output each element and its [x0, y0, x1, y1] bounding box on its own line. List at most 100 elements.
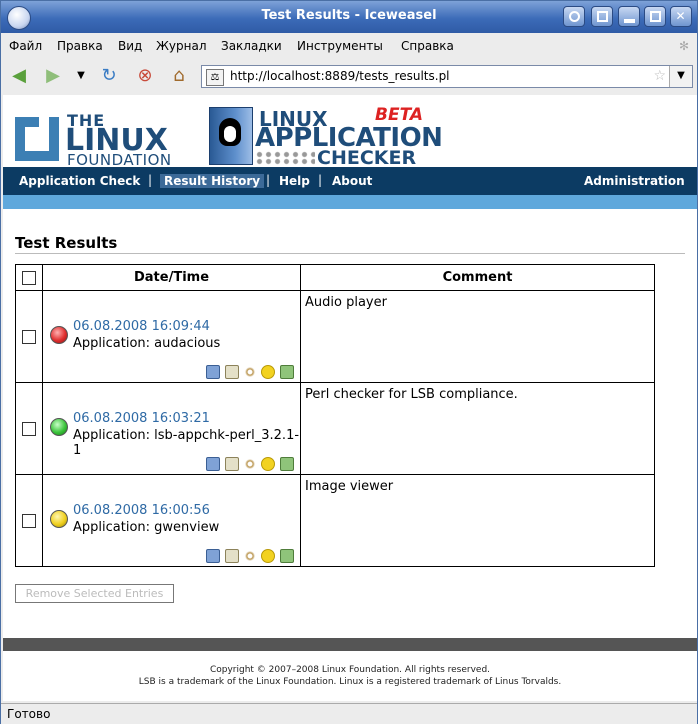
comment-cell: Perl checker for LSB compliance.	[300, 382, 655, 475]
menu-help[interactable]: Справка	[401, 39, 454, 53]
footer-bar	[3, 638, 697, 651]
linux-foundation-logo[interactable]: THE LINUX FOUNDATION	[15, 111, 195, 169]
dependencies-icon[interactable]	[244, 365, 256, 378]
browser-window: Test Results - Iceweasel ✕ Файл Правка В…	[0, 0, 698, 724]
minimize-button[interactable]	[618, 6, 640, 27]
document-icon[interactable]	[225, 548, 239, 563]
site-nav: Application Check | Result History | Hel…	[3, 167, 697, 195]
status-yellow-icon	[50, 510, 68, 528]
url-dropdown-icon[interactable]: ▼	[669, 66, 692, 87]
page-title: Test Results	[15, 234, 118, 252]
accent-bar	[3, 195, 697, 209]
result-date-link[interactable]: 06.08.2008 16:00:56	[73, 503, 210, 518]
select-all-checkbox[interactable]	[22, 270, 36, 285]
results-table: Date/Time Comment 06.08.2008 16:09:44 Ap…	[15, 264, 655, 567]
beta-badge: BETA	[375, 105, 424, 125]
bookmark-star-icon[interactable]: ☆	[653, 68, 666, 84]
nav-administration[interactable]: Administration	[584, 174, 685, 188]
menu-bookmarks[interactable]: Закладки	[221, 39, 282, 53]
status-red-icon	[50, 326, 68, 344]
dependencies-icon[interactable]	[244, 549, 256, 562]
table-row: 06.08.2008 16:03:21 Application: lsb-app…	[15, 382, 655, 475]
comment-cell: Image viewer	[300, 474, 655, 567]
title-divider	[15, 253, 685, 254]
back-icon[interactable]: ◀	[7, 64, 31, 88]
result-date-link[interactable]: 06.08.2008 16:03:21	[73, 411, 210, 426]
menu-history[interactable]: Журнал	[156, 39, 207, 53]
forward-icon[interactable]: ▶	[41, 64, 65, 88]
download-icon[interactable]	[280, 364, 294, 379]
page-content: THE LINUX FOUNDATION LINUX BETA APPLICAT…	[3, 95, 697, 701]
row-checkbox[interactable]	[22, 513, 36, 528]
nav-help[interactable]: Help	[279, 174, 310, 188]
coin-icon[interactable]	[261, 548, 275, 563]
app-checker-logo[interactable]: LINUX BETA APPLICATION CHECKER	[209, 105, 443, 169]
table-header-row: Date/Time Comment	[15, 264, 655, 291]
table-row: 06.08.2008 16:09:44 Application: audacio…	[15, 290, 655, 383]
menu-file[interactable]: Файл	[9, 39, 42, 53]
menu-tools[interactable]: Инструменты	[297, 39, 383, 53]
history-dropdown-icon[interactable]: ▼	[69, 64, 93, 88]
row-actions	[201, 364, 294, 379]
site-info-icon[interactable]: ⚖	[206, 69, 224, 86]
remove-selected-button[interactable]: Remove Selected Entries	[15, 584, 174, 603]
logo-checker: CHECKER	[317, 147, 417, 169]
result-app-name: Application: audacious	[73, 336, 221, 351]
throbber-icon: ✻	[679, 39, 690, 53]
header-comment: Comment	[300, 264, 655, 291]
penguin-box-icon	[209, 107, 253, 165]
coin-icon[interactable]	[261, 364, 275, 379]
lf-mark-icon	[15, 115, 59, 161]
address-bar[interactable]: ⚖ http://localhost:8889/tests_results.pl…	[201, 65, 693, 88]
shade-button[interactable]	[563, 6, 585, 27]
comment-cell: Audio player	[300, 290, 655, 383]
view-report-icon[interactable]	[206, 364, 220, 379]
nav-separator: |	[318, 173, 323, 187]
header-datetime: Date/Time	[42, 264, 301, 291]
stop-icon[interactable]: ⊗	[133, 64, 157, 88]
menu-view[interactable]: Вид	[118, 39, 142, 53]
nav-separator: |	[148, 173, 153, 187]
table-row: 06.08.2008 16:00:56 Application: gwenvie…	[15, 474, 655, 567]
maximize-button[interactable]	[644, 6, 666, 27]
nav-application-check[interactable]: Application Check	[19, 174, 140, 188]
view-report-icon[interactable]	[206, 548, 220, 563]
status-text: Готово	[7, 707, 51, 721]
result-app-name: Application: lsb-appchk-perl_3.2.1-1	[73, 428, 300, 458]
menu-bar: Файл Правка Вид Журнал Закладки Инструме…	[1, 35, 697, 57]
status-bar: Готово	[1, 703, 697, 724]
row-actions	[201, 456, 294, 471]
download-icon[interactable]	[280, 548, 294, 563]
row-checkbox[interactable]	[22, 329, 36, 344]
nav-about[interactable]: About	[332, 174, 372, 188]
row-checkbox[interactable]	[22, 421, 36, 436]
footer-trademark: LSB is a trademark of the Linux Foundati…	[138, 677, 562, 687]
result-app-name: Application: gwenview	[73, 520, 220, 535]
view-report-icon[interactable]	[206, 456, 220, 471]
row-select-cell	[15, 474, 43, 567]
above-button[interactable]	[591, 6, 613, 27]
status-green-icon	[50, 418, 68, 436]
nav-separator: |	[266, 173, 271, 187]
reload-icon[interactable]: ↻	[97, 64, 121, 88]
document-icon[interactable]	[225, 456, 239, 471]
datetime-cell: 06.08.2008 16:09:44 Application: audacio…	[42, 290, 301, 383]
dependencies-icon[interactable]	[244, 457, 256, 470]
download-icon[interactable]	[280, 456, 294, 471]
home-icon[interactable]: ⌂	[167, 64, 191, 88]
url-text[interactable]: http://localhost:8889/tests_results.pl	[230, 69, 450, 83]
result-date-link[interactable]: 06.08.2008 16:09:44	[73, 319, 210, 334]
menu-edit[interactable]: Правка	[57, 39, 103, 53]
row-select-cell	[15, 382, 43, 475]
datetime-cell: 06.08.2008 16:03:21 Application: lsb-app…	[42, 382, 301, 475]
close-button[interactable]: ✕	[670, 6, 692, 27]
footer-copyright: Copyright © 2007–2008 Linux Foundation. …	[209, 665, 491, 675]
dots-decoration	[255, 151, 315, 165]
datetime-cell: 06.08.2008 16:00:56 Application: gwenvie…	[42, 474, 301, 567]
select-all-cell	[15, 264, 43, 291]
row-actions	[201, 548, 294, 563]
nav-result-history[interactable]: Result History	[160, 174, 265, 188]
document-icon[interactable]	[225, 364, 239, 379]
coin-icon[interactable]	[261, 456, 275, 471]
row-select-cell	[15, 290, 43, 383]
